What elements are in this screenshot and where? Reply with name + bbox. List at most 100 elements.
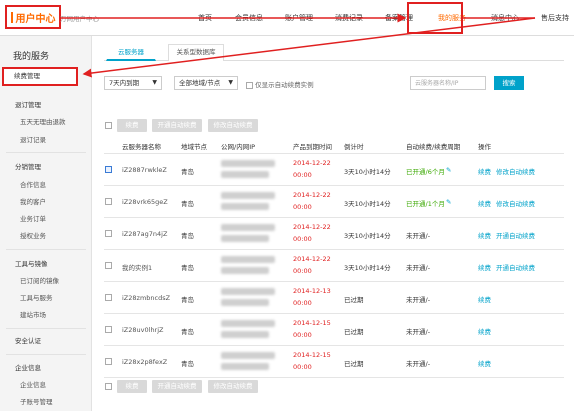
region-select[interactable]: 全部地域/节点 ▼ bbox=[174, 76, 238, 90]
expire-date: 2014-12-15 bbox=[293, 351, 331, 359]
countdown: 3天10小时14分 bbox=[344, 232, 391, 240]
expire-date: 2014-12-13 bbox=[293, 287, 331, 295]
select-all-checkbox[interactable] bbox=[105, 383, 112, 390]
table-row: iZ28uv0lhrjZ 青岛 2014-12-15 00:00 已过期 未开通… bbox=[104, 314, 564, 345]
bulk-toolbar-bottom: 续费 开通自动续费 修改自动续费 bbox=[104, 380, 564, 394]
enable-auto-renew-link[interactable]: 开通自动续费 bbox=[496, 230, 535, 240]
expire-time: 00:00 bbox=[293, 171, 312, 179]
countdown: 已过期 bbox=[344, 296, 364, 304]
row-checkbox[interactable] bbox=[105, 294, 112, 301]
edit-period-icon[interactable]: ✎ bbox=[446, 198, 451, 206]
bulk-enable-auto-button[interactable]: 开通自动续费 bbox=[152, 380, 202, 393]
renew-link[interactable]: 续费 bbox=[478, 294, 491, 304]
ip-redacted bbox=[221, 267, 269, 274]
expire-time: 00:00 bbox=[293, 331, 312, 339]
sidebar: 我的服务 续费管理 退订管理 五天无理由退款 退订记录 分销管理 合作信息 我的… bbox=[0, 36, 92, 411]
enable-auto-renew-link[interactable]: 开通自动续费 bbox=[496, 262, 535, 272]
select-all-checkbox[interactable] bbox=[105, 122, 112, 129]
col-region: 地域节点 bbox=[181, 143, 207, 151]
renew-link[interactable]: 续费 bbox=[478, 262, 491, 272]
server-name: iZ2887rwkleZ bbox=[122, 166, 167, 174]
sidebar-item-unsub-records[interactable]: 退订记录 bbox=[0, 133, 92, 147]
countdown: 3天10小时14分 bbox=[344, 168, 391, 176]
expire-date: 2014-12-22 bbox=[293, 191, 331, 199]
row-checkbox[interactable] bbox=[105, 230, 112, 237]
sidebar-item-tools-services[interactable]: 工具与服务 bbox=[0, 291, 92, 305]
tab-ecs[interactable]: 云服务器 bbox=[106, 44, 156, 61]
row-checkbox[interactable] bbox=[105, 166, 112, 173]
nav-after-sales[interactable]: 售后支持 bbox=[530, 0, 574, 36]
search-button[interactable]: 搜索 bbox=[494, 76, 524, 90]
ip-redacted bbox=[221, 299, 269, 306]
sidebar-item-renewal[interactable]: 续费管理 bbox=[2, 67, 78, 86]
sidebar-group-security[interactable]: 安全认证 bbox=[0, 334, 92, 348]
sidebar-item-cooperation[interactable]: 合作信息 bbox=[0, 178, 92, 192]
sidebar-group-tools[interactable]: 工具与镜像 bbox=[0, 257, 92, 271]
countdown: 3天10小时14分 bbox=[344, 200, 391, 208]
modify-auto-renew-link[interactable]: 修改自动续费 bbox=[496, 198, 535, 208]
table-row: 我的实例1 青岛 2014-12-22 00:00 3天10小时14分 未开通/… bbox=[104, 250, 564, 281]
server-name: iZ28uv0lhrjZ bbox=[122, 326, 164, 334]
server-name: iZ28x2p8fexZ bbox=[122, 358, 168, 366]
sidebar-item-subaccounts[interactable]: 子账号管理 bbox=[0, 395, 92, 409]
auto-renew-filter-label: 仅显示自动续费实例 bbox=[255, 81, 314, 89]
sidebar-divider bbox=[6, 152, 86, 153]
server-name: iZ287ag7n4jZ bbox=[122, 230, 168, 238]
renew-link[interactable]: 续费 bbox=[478, 358, 491, 368]
edit-period-icon[interactable]: ✎ bbox=[446, 166, 451, 174]
sidebar-item-refund[interactable]: 五天无理由退款 bbox=[0, 115, 92, 129]
ip-redacted bbox=[221, 363, 269, 370]
bulk-renew-button[interactable]: 续费 bbox=[117, 380, 147, 393]
server-name: 我的实例1 bbox=[122, 264, 153, 272]
nav-home[interactable]: 首页 bbox=[186, 0, 224, 36]
sidebar-item-enterprise-info[interactable]: 企业信息 bbox=[0, 378, 92, 392]
server-name: iZ28vrk65geZ bbox=[122, 198, 168, 206]
renew-link[interactable]: 续费 bbox=[478, 326, 491, 336]
sidebar-item-site-market[interactable]: 建站市场 bbox=[0, 308, 92, 322]
server-region: 青岛 bbox=[181, 232, 194, 240]
auto-renew-status: 未开通/- bbox=[406, 296, 431, 304]
auto-renew-filter[interactable]: 仅显示自动续费实例 bbox=[246, 79, 314, 89]
row-checkbox[interactable] bbox=[105, 326, 112, 333]
expire-time: 00:00 bbox=[293, 235, 312, 243]
nav-member-info[interactable]: 会员信息 bbox=[224, 0, 274, 36]
bulk-renew-button[interactable]: 续费 bbox=[117, 119, 147, 132]
period-select[interactable]: 7天内到期 ▼ bbox=[104, 76, 162, 90]
ip-redacted bbox=[221, 192, 275, 199]
auto-renew-status: 未开通/- bbox=[406, 232, 431, 240]
sidebar-group-enterprise[interactable]: 企业信息 bbox=[0, 361, 92, 375]
auto-renew-filter-checkbox[interactable] bbox=[246, 81, 253, 89]
nav-account[interactable]: 账户管理 bbox=[274, 0, 324, 36]
sidebar-divider bbox=[6, 249, 86, 250]
tab-rds[interactable]: 关系型数据库 bbox=[168, 44, 224, 61]
logo[interactable]: 用户中心 bbox=[5, 5, 61, 29]
row-checkbox[interactable] bbox=[105, 358, 112, 365]
nav-consumption[interactable]: 消费记录 bbox=[324, 0, 374, 36]
bulk-enable-auto-button[interactable]: 开通自动续费 bbox=[152, 119, 202, 132]
search-input[interactable] bbox=[410, 76, 486, 90]
countdown: 已过期 bbox=[344, 360, 364, 368]
col-actions: 操作 bbox=[478, 143, 491, 151]
row-checkbox[interactable] bbox=[105, 198, 112, 205]
sidebar-item-images[interactable]: 已订阅的镜像 bbox=[0, 274, 92, 288]
sidebar-item-authorization[interactable]: 授权业务 bbox=[0, 229, 92, 243]
server-region: 青岛 bbox=[181, 200, 194, 208]
chevron-down-icon: ▼ bbox=[152, 79, 157, 86]
server-name: iZ28zmbncdsZ bbox=[122, 294, 171, 302]
renew-link[interactable]: 续费 bbox=[478, 166, 491, 176]
modify-auto-renew-link[interactable]: 修改自动续费 bbox=[496, 166, 535, 176]
table-divider bbox=[104, 377, 564, 378]
sidebar-group-distribution[interactable]: 分销管理 bbox=[0, 160, 92, 174]
sidebar-item-customers[interactable]: 我的客户 bbox=[0, 195, 92, 209]
renew-link[interactable]: 续费 bbox=[478, 198, 491, 208]
renew-link[interactable]: 续费 bbox=[478, 230, 491, 240]
table-row: iZ28zmbncdsZ 青岛 2014-12-13 00:00 已过期 未开通… bbox=[104, 282, 564, 313]
ip-redacted bbox=[221, 256, 275, 263]
bulk-modify-auto-button[interactable]: 修改自动续费 bbox=[208, 380, 258, 393]
bulk-modify-auto-button[interactable]: 修改自动续费 bbox=[208, 119, 258, 132]
row-checkbox[interactable] bbox=[105, 262, 112, 269]
server-region: 青岛 bbox=[181, 264, 194, 272]
sidebar-group-unsubscribe[interactable]: 退订管理 bbox=[0, 98, 92, 112]
nav-messages[interactable]: 消息中心 bbox=[480, 0, 530, 36]
sidebar-item-orders[interactable]: 业务订单 bbox=[0, 212, 92, 226]
